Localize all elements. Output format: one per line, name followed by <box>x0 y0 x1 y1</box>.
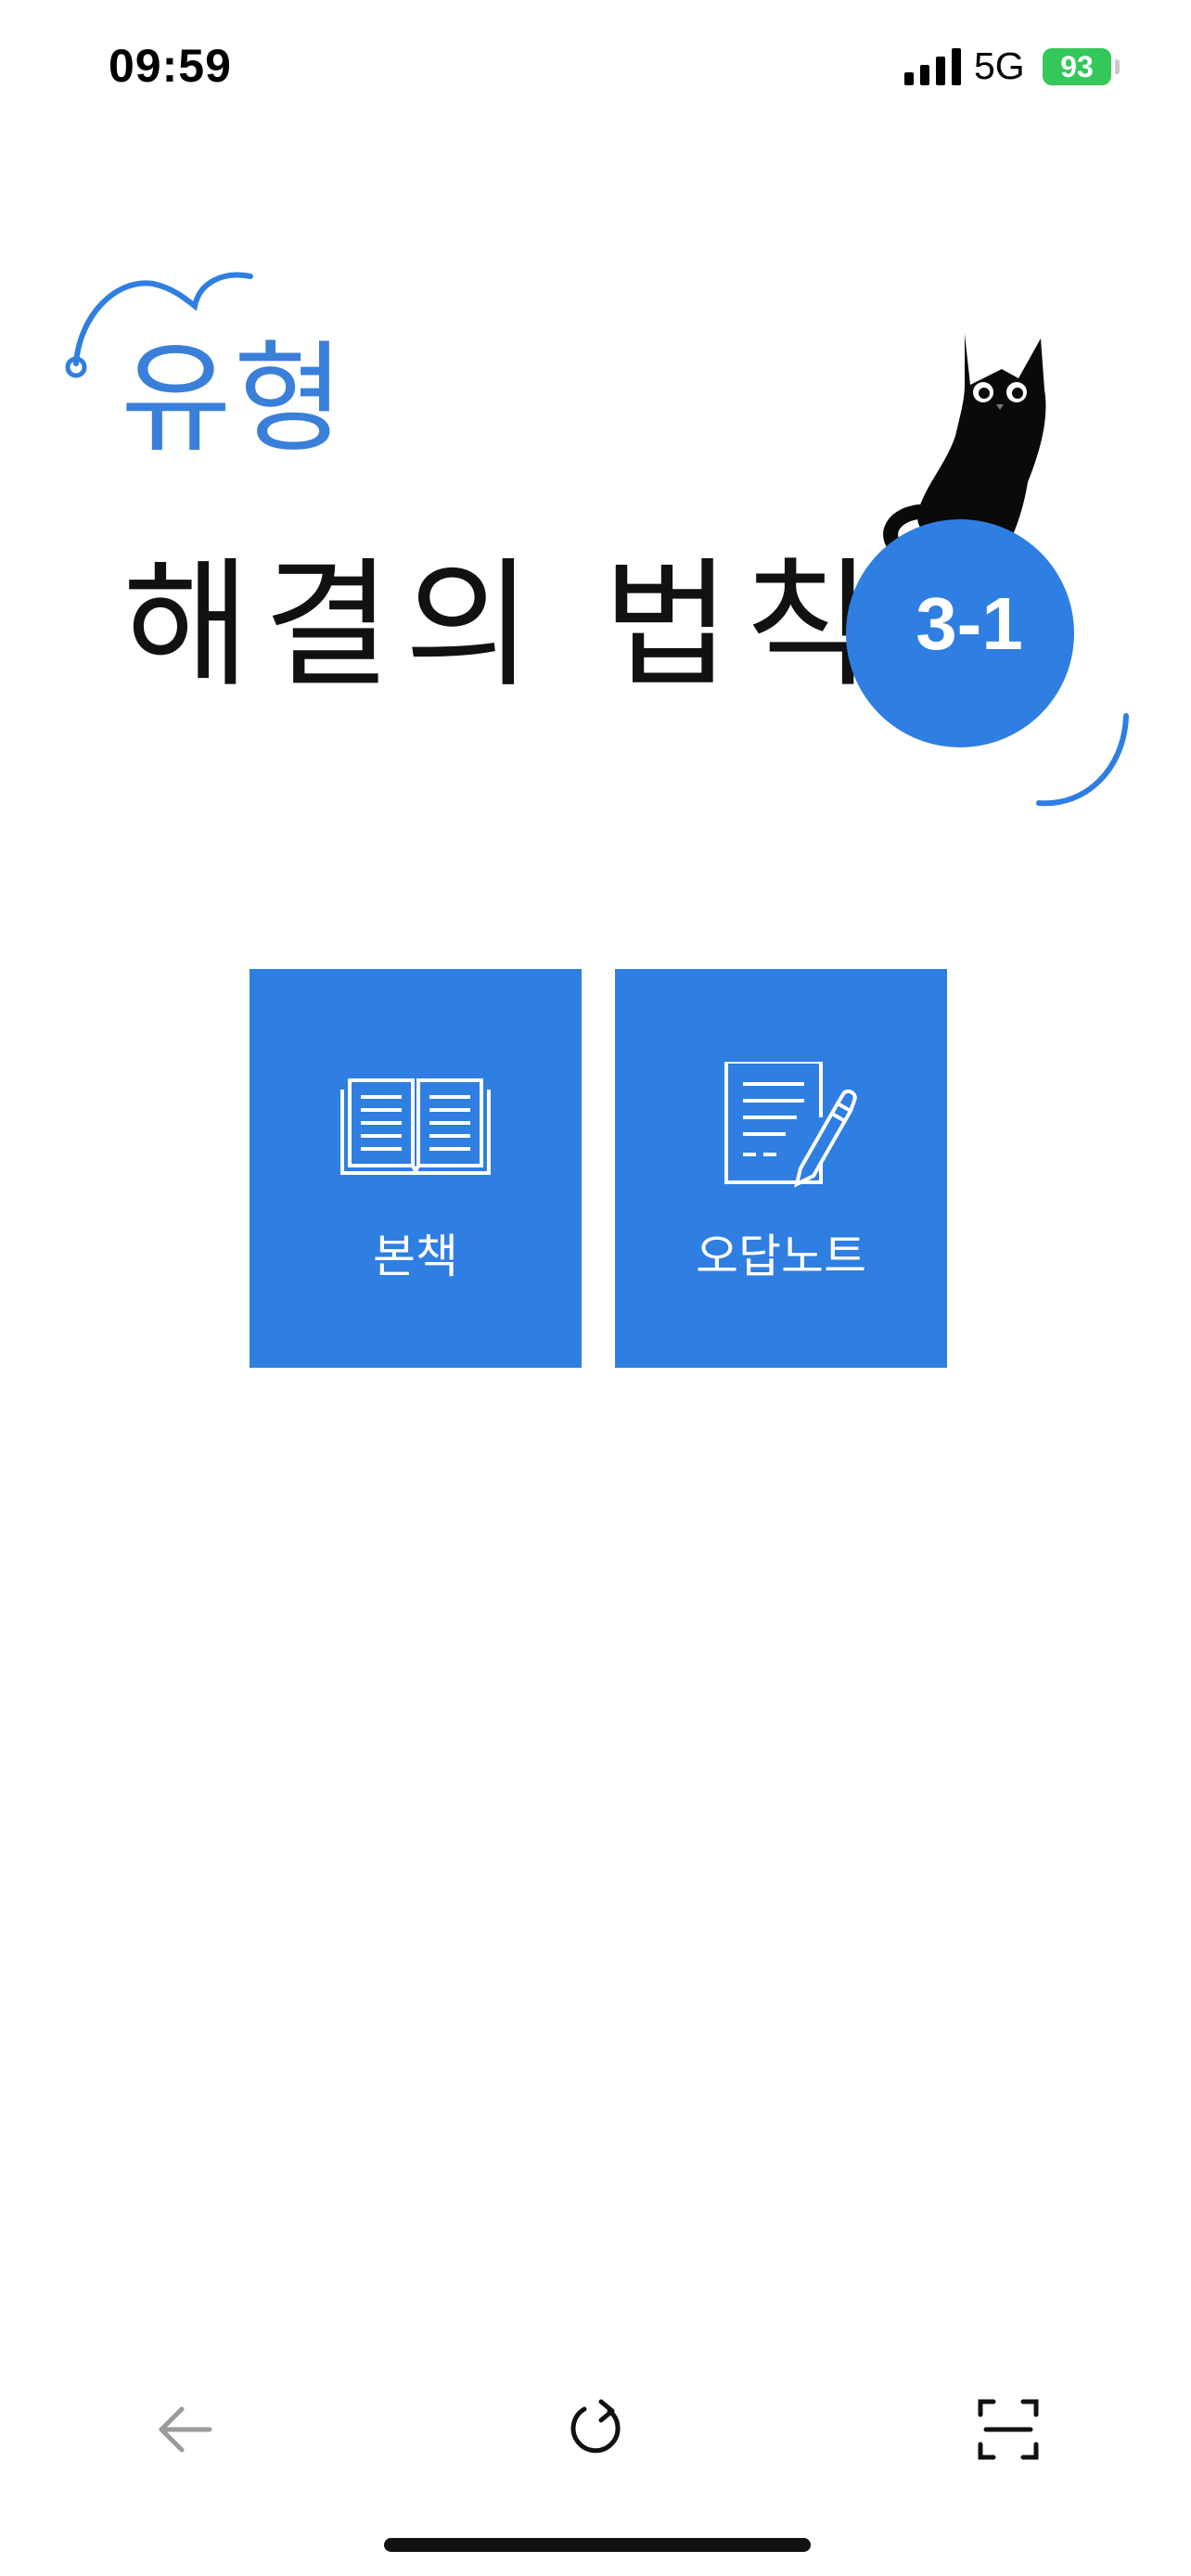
reload-button[interactable] <box>558 2392 633 2467</box>
home-indicator[interactable] <box>384 2538 811 2552</box>
arrow-left-icon <box>159 2406 212 2453</box>
status-bar: 09:59 5G 93 <box>0 0 1191 139</box>
signal-icon <box>904 48 961 85</box>
reload-icon <box>570 2399 621 2454</box>
grade-badge: 3-1 <box>846 519 1074 747</box>
note-pencil-icon <box>724 1062 857 1188</box>
scan-button[interactable] <box>971 2392 1045 2467</box>
grade-badge-label: 3-1 <box>916 582 1023 665</box>
battery-tip <box>1115 59 1120 74</box>
book-button-label: 본책 <box>373 1230 458 1283</box>
scan-frame-icon <box>978 2399 1039 2460</box>
battery-level: 93 <box>1060 50 1094 83</box>
battery-icon: 93 <box>1043 48 1111 85</box>
arc-swirl <box>1036 713 1129 807</box>
logo-title: 해결의 법칙 <box>122 545 885 707</box>
logo-decoration <box>65 272 1129 807</box>
status-time: 09:59 <box>109 40 232 92</box>
wrong-answer-notes-button[interactable]: 오답노트 <box>615 969 947 1368</box>
back-button[interactable] <box>148 2392 223 2467</box>
book-button[interactable]: 본책 <box>250 969 582 1368</box>
logo-subtitle: 유형 <box>121 328 347 469</box>
wrong-answer-notes-label: 오답노트 <box>696 1230 866 1283</box>
network-type: 5G <box>974 45 1025 87</box>
open-book-icon <box>340 1078 491 1176</box>
